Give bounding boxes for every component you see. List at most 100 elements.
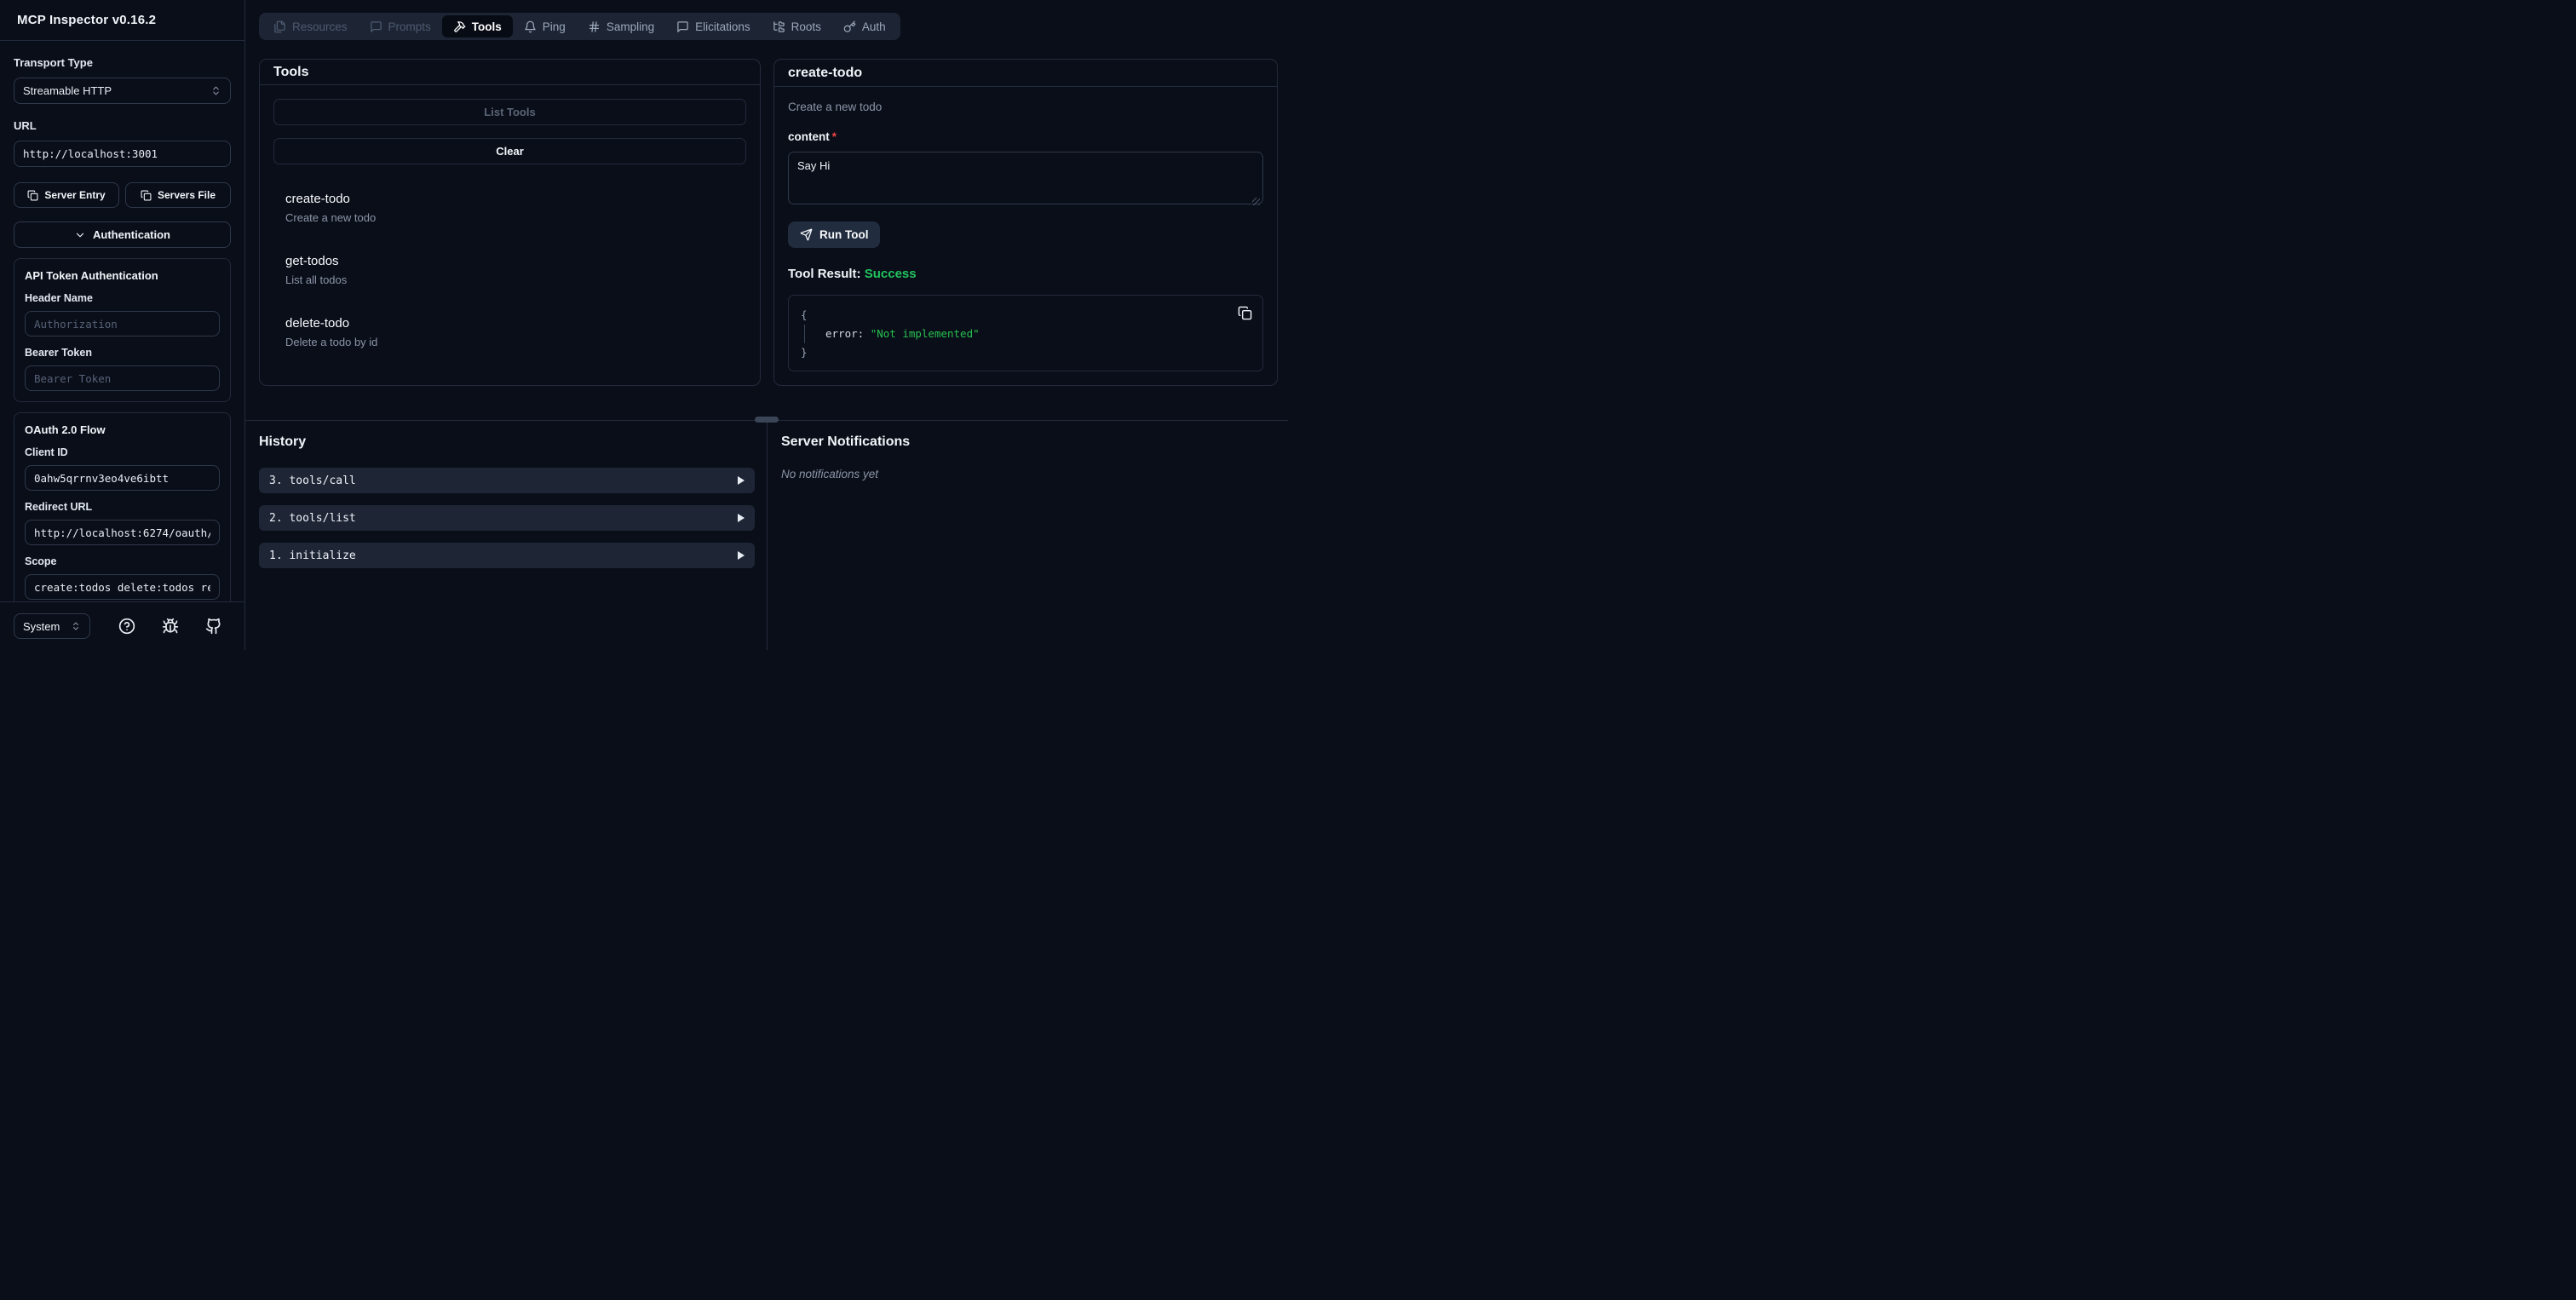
header-name-input[interactable] [34, 317, 210, 331]
files-icon [273, 20, 286, 33]
bell-icon [524, 20, 537, 33]
scope-input[interactable] [34, 580, 210, 594]
content-textarea[interactable] [788, 152, 1263, 204]
history-row-label: 3. tools/call [269, 474, 356, 487]
server-notifications-title: Server Notifications [781, 434, 911, 449]
history-title: History [259, 434, 307, 449]
servers-file-label: Servers File [157, 189, 216, 201]
authentication-toggle-label: Authentication [93, 228, 170, 241]
help-icon[interactable] [118, 618, 135, 635]
servers-file-button[interactable]: Servers File [125, 182, 231, 208]
tool-description: Delete a todo by id [285, 336, 378, 348]
theme-select[interactable]: System [14, 613, 90, 639]
tool-detail-title: create-todo [788, 65, 863, 80]
tool-result-box: { error: "Not implemented" } [788, 295, 1263, 371]
header-name-input-wrap [25, 311, 220, 337]
bottom-section: History 3. tools/call 2. tools/list 1. i… [245, 420, 1288, 650]
tools-panel-body: List Tools Clear create-todo Create a ne… [260, 85, 760, 385]
client-id-label: Client ID [25, 446, 68, 458]
app-title: MCP Inspector v0.16.2 [17, 13, 157, 27]
bug-icon[interactable] [162, 618, 179, 635]
key-icon [843, 20, 856, 33]
history-row-initialize[interactable]: 1. initialize [259, 543, 755, 568]
url-label: URL [14, 119, 37, 132]
bearer-token-input-wrap [25, 365, 220, 391]
app-window: MCP Inspector v0.16.2 Transport Type Str… [0, 0, 1288, 650]
tab-roots[interactable]: Roots [762, 15, 832, 37]
transport-type-select[interactable]: Streamable HTTP [14, 78, 231, 104]
tab-auth[interactable]: Auth [832, 15, 897, 37]
tool-result-line: Tool Result: Success [788, 267, 1263, 281]
history-row-tools-call[interactable]: 3. tools/call [259, 468, 755, 493]
oauth-title: OAuth 2.0 Flow [25, 423, 106, 436]
server-entry-button[interactable]: Server Entry [14, 182, 119, 208]
message-square-icon [370, 20, 382, 33]
tab-prompts-label: Prompts [388, 20, 431, 33]
tools-panel: Tools List Tools Clear create-todo Creat… [259, 59, 761, 386]
tab-ping[interactable]: Ping [513, 15, 577, 37]
redirect-url-input[interactable] [34, 526, 210, 539]
json-error-line: error: "Not implemented" [804, 325, 1251, 343]
main-area: Resources Prompts Tools Ping Sampling El… [245, 0, 1288, 650]
tool-list-item-get-todos[interactable]: get-todos List all todos [273, 247, 746, 295]
history-row-label: 1. initialize [269, 549, 356, 562]
resize-grip[interactable] [1252, 198, 1260, 205]
github-icon[interactable] [205, 618, 222, 635]
tool-list-item-create-todo[interactable]: create-todo Create a new todo [273, 185, 746, 233]
bearer-token-input[interactable] [34, 371, 210, 385]
client-id-input-wrap [25, 465, 220, 491]
content-field-label: content * [788, 130, 1263, 143]
server-notifications-panel: Server Notifications No notifications ye… [767, 421, 1288, 650]
panel-resize-handle[interactable] [755, 417, 779, 423]
json-open-brace: { [801, 308, 808, 321]
tool-result-label: Tool Result: [788, 267, 861, 281]
tool-list-item-delete-todo[interactable]: delete-todo Delete a todo by id [273, 309, 746, 357]
copy-icon [141, 190, 152, 201]
client-id-input[interactable] [34, 471, 210, 485]
copy-result-button[interactable] [1238, 306, 1252, 320]
sidebar-body: Transport Type Streamable HTTP URL http:… [0, 41, 244, 601]
tab-prompts[interactable]: Prompts [359, 15, 442, 37]
json-string-value: "Not implemented" [870, 327, 980, 340]
tools-panel-header: Tools [260, 60, 760, 85]
url-group: URL [14, 119, 231, 167]
theme-select-value: System [23, 619, 60, 633]
content-textarea-wrap [788, 152, 1263, 209]
tool-detail-header: create-todo [774, 60, 1277, 87]
footer-icons [118, 618, 231, 635]
tab-sampling[interactable]: Sampling [577, 15, 665, 37]
scope-label: Scope [25, 555, 57, 567]
tab-elicitations[interactable]: Elicitations [665, 15, 762, 37]
redirect-url-label: Redirect URL [25, 501, 93, 513]
run-tool-button[interactable]: Run Tool [788, 221, 881, 248]
list-tools-button[interactable]: List Tools [273, 99, 746, 125]
json-key: error: [825, 327, 865, 340]
tool-name: create-todo [285, 192, 350, 206]
api-token-card: API Token Authentication Header Name Bea… [14, 258, 231, 402]
tab-sampling-label: Sampling [606, 20, 655, 33]
send-icon [800, 228, 813, 241]
tool-detail-body: Create a new todo content* Run Tool [774, 87, 1277, 385]
tab-resources-label: Resources [292, 20, 348, 33]
authentication-toggle[interactable]: Authentication [14, 221, 231, 248]
chevrons-up-down-icon [210, 85, 221, 96]
tab-ping-label: Ping [542, 20, 566, 33]
clear-button[interactable]: Clear [273, 138, 746, 164]
tab-resources[interactable]: Resources [262, 15, 359, 37]
transport-group: Transport Type Streamable HTTP [14, 56, 231, 104]
tool-description: Create a new todo [285, 211, 377, 224]
tool-detail-description: Create a new todo [788, 101, 883, 113]
sidebar-header: MCP Inspector v0.16.2 [0, 0, 244, 41]
tab-tools[interactable]: Tools [441, 15, 513, 37]
history-row-label: 2. tools/list [269, 511, 356, 525]
oauth-card: OAuth 2.0 Flow Client ID Redirect URL Sc… [14, 412, 231, 601]
hash-icon [588, 20, 601, 33]
history-row-tools-list[interactable]: 2. tools/list [259, 505, 755, 531]
result-json: { error: "Not implemented" } [801, 306, 1251, 362]
transport-type-label: Transport Type [14, 56, 93, 69]
hammer-icon [453, 20, 466, 33]
sidebar: MCP Inspector v0.16.2 Transport Type Str… [0, 0, 245, 650]
bearer-token-label: Bearer Token [25, 347, 92, 359]
url-input[interactable] [23, 147, 221, 160]
top-section: Tools List Tools Clear create-todo Creat… [259, 59, 1278, 386]
